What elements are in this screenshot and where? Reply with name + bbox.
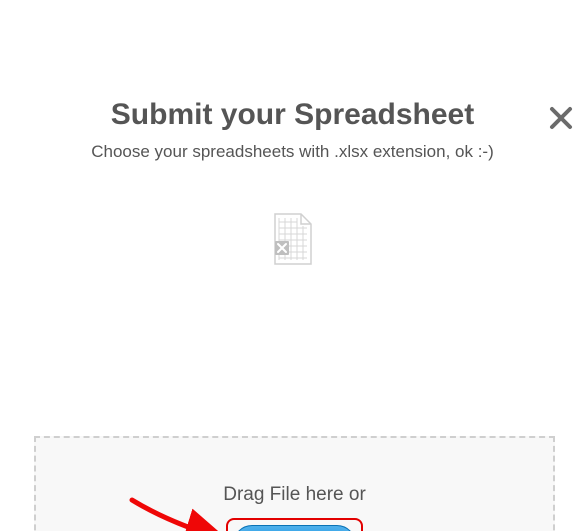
file-dropzone[interactable]: Drag File here or Browse: [34, 436, 555, 531]
upload-dialog: Submit your Spreadsheet Choose your spre…: [0, 98, 585, 531]
dialog-header: Submit your Spreadsheet Choose your spre…: [0, 98, 585, 162]
dropzone-label: Drag File here or: [36, 484, 553, 506]
dialog-subtitle: Choose your spreadsheets with .xlsx exte…: [0, 142, 585, 162]
browse-highlight: Browse: [226, 518, 363, 531]
dialog-title: Submit your Spreadsheet: [0, 98, 585, 132]
close-icon[interactable]: [549, 106, 573, 130]
browse-button[interactable]: Browse: [233, 525, 356, 531]
spreadsheet-file-icon: [271, 212, 315, 266]
